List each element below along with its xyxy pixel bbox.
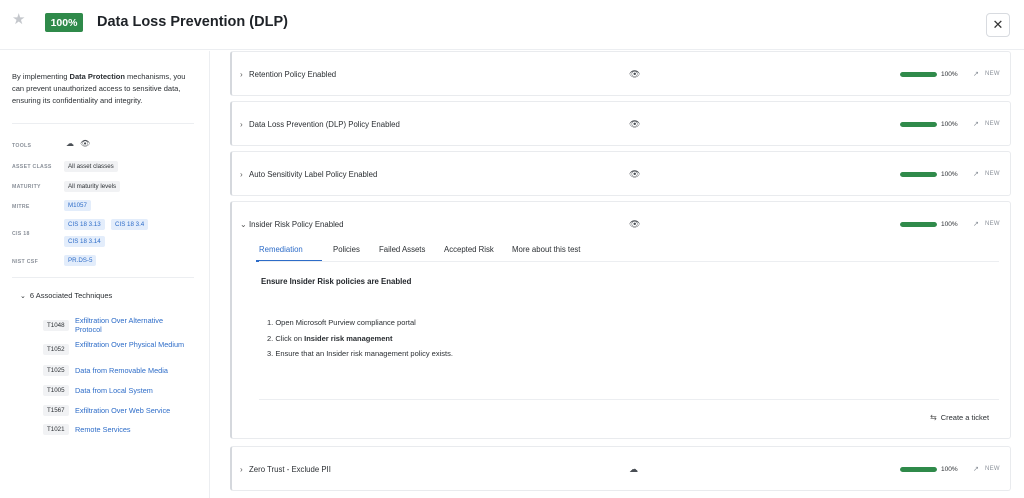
create-ticket-button[interactable]: ⇆ Create a ticket <box>930 413 989 422</box>
technique-id: T1021 <box>43 424 69 435</box>
trend-icon: ↗ <box>973 171 979 178</box>
policy-row[interactable]: › Retention Policy Enabled 👁 100% ↗ NEW <box>230 51 1011 96</box>
eye-icon: 👁 <box>629 119 641 129</box>
maturity-label: MATURITY <box>12 184 41 190</box>
policy-name: Insider Risk Policy Enabled <box>249 220 344 229</box>
cis-pill[interactable]: CIS 18 3.13 <box>64 219 105 230</box>
technique-link[interactable]: Remote Services <box>75 425 185 434</box>
policy-name: Retention Policy Enabled <box>249 70 337 79</box>
modal-header: ★ 100% Data Loss Prevention (DLP) ✕ <box>0 0 1024 50</box>
page-title: Data Loss Prevention (DLP) <box>97 14 288 30</box>
technique-id: T1052 <box>43 344 69 355</box>
technique-link[interactable]: Exfiltration Over Physical Medium <box>75 340 185 349</box>
divider <box>12 277 194 278</box>
progress-percent: 100% <box>941 221 958 228</box>
policy-name: Data Loss Prevention (DLP) Policy Enable… <box>249 120 400 129</box>
technique-link[interactable]: Data from Local System <box>75 386 185 395</box>
chevron-right-icon: › <box>240 465 243 474</box>
ticket-icon: ⇆ <box>930 413 937 422</box>
progress-fill <box>900 122 937 127</box>
remediation-heading: Ensure Insider Risk policies are Enabled <box>261 277 412 286</box>
remediation-step: 1. Open Microsoft Purview compliance por… <box>267 318 416 327</box>
cis-pill[interactable]: CIS 18 3.4 <box>111 219 149 230</box>
chevron-down-icon: ⌄ <box>240 220 247 229</box>
divider <box>259 399 999 400</box>
tools-label: TOOLS <box>12 143 32 149</box>
progress-percent: 100% <box>941 171 958 178</box>
progress-bar <box>900 72 937 77</box>
trend-icon: ↗ <box>973 121 979 128</box>
technique-id: T1005 <box>43 385 69 396</box>
tab-more-about-this-test[interactable]: More about this test <box>512 243 580 257</box>
progress-bar <box>900 172 937 177</box>
policy-row-expanded: ⌄ Insider Risk Policy Enabled 👁 100% ↗ N… <box>230 201 1011 439</box>
associated-techniques-toggle[interactable]: ⌄ 6 Associated Techniques <box>20 291 112 300</box>
progress-bar <box>900 467 937 472</box>
tab-accepted-risk[interactable]: Accepted Risk <box>444 243 494 257</box>
score-badge: 100% <box>45 13 83 32</box>
progress-fill <box>900 72 937 77</box>
remediation-step: 2. Click on Insider risk management <box>267 334 393 343</box>
progress-fill <box>900 222 937 227</box>
policy-name: Auto Sensitivity Label Policy Enabled <box>249 170 378 179</box>
progress-bar <box>900 122 937 127</box>
asset-class-pill: All asset classes <box>64 161 118 172</box>
policy-name: Zero Trust - Exclude PII <box>249 465 331 474</box>
policy-row[interactable]: › Zero Trust - Exclude PII ☁ 100% ↗ NEW <box>230 446 1011 491</box>
eye-icon: 👁 <box>629 169 641 179</box>
nist-pill[interactable]: PR.DS-5 <box>64 255 97 266</box>
chevron-down-icon: ⌄ <box>20 293 26 300</box>
policy-row[interactable]: › Auto Sensitivity Label Policy Enabled … <box>230 151 1011 196</box>
trend-icon: ↗ <box>973 466 979 473</box>
eye-icon: 👁 <box>629 69 641 79</box>
status-badge: NEW <box>985 71 1000 77</box>
tabs-divider <box>259 261 999 262</box>
progress-fill <box>900 172 937 177</box>
tab-failed-assets[interactable]: Failed Assets <box>379 243 425 257</box>
trend-icon: ↗ <box>973 221 979 228</box>
status-badge: NEW <box>985 466 1000 472</box>
chevron-right-icon: › <box>240 70 243 79</box>
progress-percent: 100% <box>941 71 958 78</box>
technique-id: T1048 <box>43 320 69 331</box>
intro-text: By implementing Data Protection mechanis… <box>12 72 186 105</box>
maturity-pill: All maturity levels <box>64 181 121 192</box>
asset-class-label: ASSET CLASS <box>12 164 52 170</box>
mitre-label: MITRE <box>12 204 30 210</box>
progress-fill <box>900 467 937 472</box>
star-icon[interactable]: ★ <box>12 12 25 27</box>
close-button[interactable]: ✕ <box>986 13 1010 37</box>
technique-link[interactable]: Exfiltration Over Web Service <box>75 406 185 415</box>
status-badge: NEW <box>985 221 1000 227</box>
status-badge: NEW <box>985 171 1000 177</box>
cis-label: CIS 18 <box>12 231 30 237</box>
status-badge: NEW <box>985 121 1000 127</box>
trend-icon: ↗ <box>973 71 979 78</box>
policy-list: › Retention Policy Enabled 👁 100% ↗ NEW … <box>222 51 1024 498</box>
technique-id: T1567 <box>43 405 69 416</box>
cloud-icon: ☁ <box>66 139 74 148</box>
technique-id: T1025 <box>43 365 69 376</box>
nist-label: NIST CSF <box>12 259 39 265</box>
progress-percent: 100% <box>941 466 958 473</box>
tab-policies[interactable]: Policies <box>333 243 360 257</box>
details-panel: By implementing Data Protection mechanis… <box>0 51 210 498</box>
eye-icon: 👁 <box>80 139 91 148</box>
cis-pill[interactable]: CIS 18 3.14 <box>64 236 105 247</box>
eye-icon: 👁 <box>629 219 641 229</box>
tab-remediation[interactable]: Remediation <box>259 243 303 257</box>
chevron-right-icon: › <box>240 170 243 179</box>
mitre-pill[interactable]: M1057 <box>64 200 91 211</box>
divider <box>12 123 194 124</box>
policy-header[interactable]: ⌄ Insider Risk Policy Enabled 👁 100% ↗ N… <box>232 202 1010 247</box>
policy-row[interactable]: › Data Loss Prevention (DLP) Policy Enab… <box>230 101 1011 146</box>
chevron-right-icon: › <box>240 120 243 129</box>
remediation-step: 3. Ensure that an Insider risk managemen… <box>267 349 453 358</box>
progress-percent: 100% <box>941 121 958 128</box>
cloud-icon: ☁ <box>629 464 638 474</box>
progress-bar <box>900 222 937 227</box>
technique-link[interactable]: Exfiltration Over Alternative Protocol <box>75 316 185 334</box>
close-icon: ✕ <box>992 17 1004 32</box>
technique-link[interactable]: Data from Removable Media <box>75 366 185 375</box>
